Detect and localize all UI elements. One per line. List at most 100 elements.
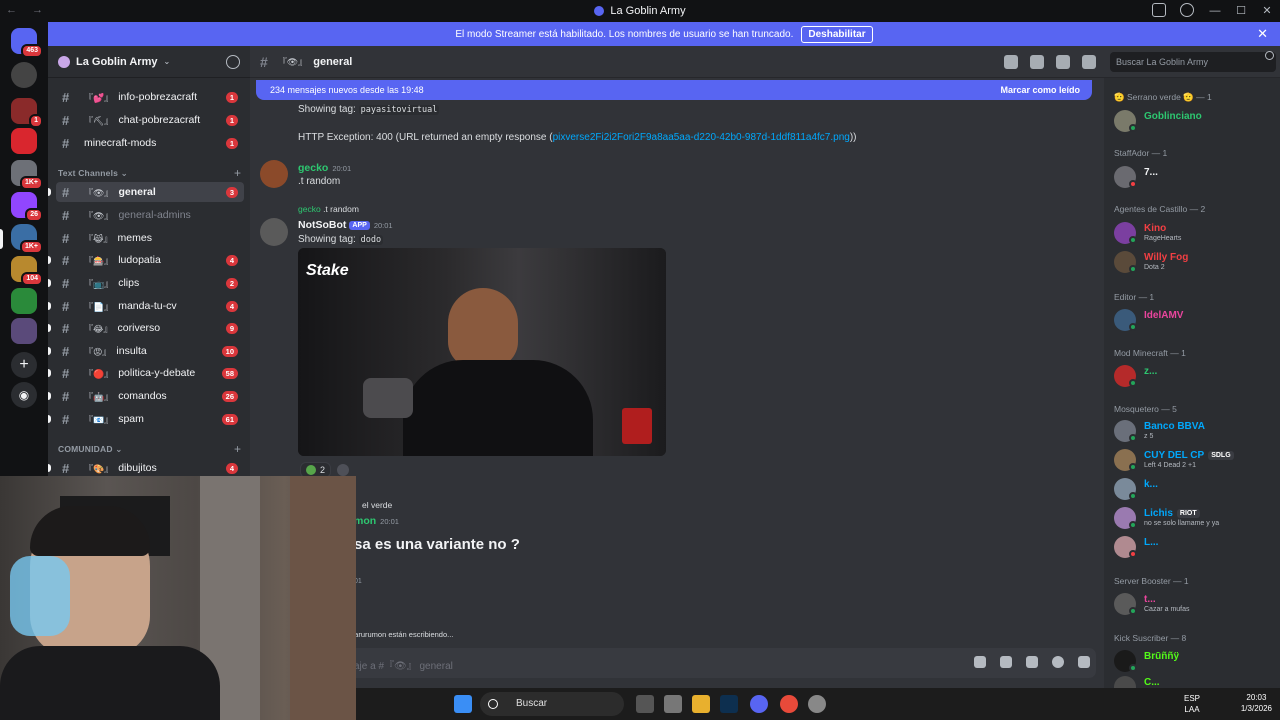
attachment-link[interactable]: pixverse2Fi2i2Fori2F9a8aa5aa-d220-42b0-9…: [553, 132, 850, 143]
taskbar-search[interactable]: Buscar: [480, 692, 624, 716]
gift-icon[interactable]: [974, 656, 986, 668]
add-reaction-icon[interactable]: [337, 464, 350, 476]
gif-icon[interactable]: [1000, 656, 1012, 668]
hash-icon: #: [62, 230, 70, 246]
member-item[interactable]: L...: [1114, 534, 1276, 560]
language-indicator[interactable]: ESP LAA: [1184, 693, 1200, 715]
category-text-channels[interactable]: Text Channels ⌄ +: [58, 166, 241, 180]
streamer-mode-banner: El modo Streamer está habilitado. Los no…: [48, 22, 1280, 46]
twitch-server-icon[interactable]: 26: [11, 192, 43, 222]
channel-manda-tu-cv[interactable]: # 『📄』 manda-tu-cv 4: [48, 296, 244, 316]
server-icon[interactable]: [11, 128, 37, 154]
typing-indicator: garurumon están escribiendo...: [350, 630, 454, 639]
task-view-icon[interactable]: [636, 695, 654, 713]
app-icon[interactable]: [808, 695, 826, 713]
discord-icon[interactable]: [750, 695, 768, 713]
server-icon: [58, 55, 70, 68]
channel-info-pobrezacraft[interactable]: # 『💕』 info-pobrezacraft 1: [56, 87, 244, 107]
channel-ludopatia[interactable]: # 『🎰』 ludopatia 4: [48, 250, 244, 270]
channel-memes[interactable]: # 『😹』 memes: [56, 228, 244, 248]
server-icon[interactable]: [11, 318, 37, 344]
start-icon[interactable]: [454, 695, 472, 713]
file-explorer-icon[interactable]: [692, 695, 710, 713]
discover-icon[interactable]: ◉: [11, 382, 37, 408]
reply-reference[interactable]: gecko .t random: [298, 204, 359, 214]
close-icon[interactable]: ✕: [1257, 26, 1268, 42]
member-item[interactable]: k...: [1114, 476, 1276, 502]
disable-streamer-button[interactable]: Deshabilitar: [801, 25, 873, 43]
sticker-icon[interactable]: [1026, 656, 1038, 668]
member-item[interactable]: Goblinciano: [1114, 108, 1276, 134]
maximize-button[interactable]: ☐: [1228, 0, 1254, 22]
pin-icon[interactable]: [1056, 55, 1070, 69]
channel-general-admins[interactable]: # 『👁』 general-admins: [56, 205, 244, 225]
chat-header: # 『👁』 general: [250, 46, 1104, 78]
channel-minecraft-mods[interactable]: # minecraft-mods 1: [56, 133, 244, 153]
hash-icon: #: [62, 298, 70, 314]
member-item[interactable]: Kino RageHearts: [1114, 220, 1276, 246]
server-icon[interactable]: 1K+: [11, 160, 43, 190]
stake-logo: Stake: [306, 262, 349, 279]
member-list: 🫡 Serrano verde 🫡 — 1 Goblinciano StaffA…: [1104, 78, 1280, 688]
video-embed[interactable]: Stake: [298, 248, 666, 456]
emoji-icon[interactable]: [1052, 656, 1064, 668]
server-icon[interactable]: 1: [11, 98, 43, 128]
channel-clips[interactable]: # 『📺』 clips 2: [48, 273, 244, 293]
channel-spam[interactable]: # 『📧』 spam 61: [48, 409, 244, 429]
photoshop-icon[interactable]: [720, 695, 738, 713]
server-icon-la-goblin-army[interactable]: 1K+: [11, 224, 43, 254]
message-header: mon 20:01: [354, 515, 399, 527]
member-item[interactable]: Banco BBVA z 5: [1114, 418, 1276, 444]
category-comunidad[interactable]: COMUNIDAD ⌄ +: [58, 442, 241, 456]
member-item[interactable]: CUY DEL CP SDLG Left 4 Dead 2 +1: [1114, 447, 1276, 473]
add-server-icon[interactable]: +: [11, 352, 37, 378]
mute-icon[interactable]: [1030, 55, 1044, 69]
channel-title: general: [313, 55, 353, 68]
channel-insulta[interactable]: # 『😡』 insulta 10: [48, 341, 244, 361]
channel-coriverso[interactable]: # 『😂』 coriverso 9: [48, 318, 244, 338]
direct-messages-icon[interactable]: 463: [11, 28, 43, 58]
avatar[interactable]: [260, 218, 288, 246]
channel-general[interactable]: # 『👁』 general 3: [48, 182, 244, 202]
channel-dibujitos[interactable]: # 『🎨』 dibujitos 4: [48, 458, 244, 476]
mark-read-button[interactable]: Marcar como leído: [1000, 85, 1080, 95]
inbox-icon[interactable]: [1152, 3, 1166, 17]
channel-comandos[interactable]: # 『🤖』 comandos 26: [48, 386, 244, 406]
server-icon[interactable]: [11, 288, 37, 314]
chrome-icon[interactable]: [780, 695, 798, 713]
new-messages-bar[interactable]: 234 mensajes nuevos desde las 19:48 Marc…: [256, 80, 1092, 100]
channel-chat-pobrezacraft[interactable]: # 『⛏』 chat-pobrezacraft 1: [56, 110, 244, 130]
server-header[interactable]: La Goblin Army ⌄: [48, 46, 250, 78]
search-area: Buscar La Goblin Army: [1104, 46, 1280, 78]
help-icon[interactable]: [1180, 3, 1194, 17]
member-list-icon[interactable]: [1082, 55, 1096, 69]
hash-icon: #: [62, 343, 70, 359]
minimize-button[interactable]: —: [1202, 0, 1228, 22]
apps-icon[interactable]: [1078, 656, 1090, 668]
member-item[interactable]: IdelAMV: [1114, 307, 1276, 333]
member-item[interactable]: 7...: [1114, 164, 1276, 190]
nav-arrows-icon[interactable]: ← →: [6, 4, 49, 16]
close-window-button[interactable]: ✕: [1254, 0, 1280, 22]
member-item[interactable]: Lichis RIOT no se solo llamame y ya: [1114, 505, 1276, 531]
member-item[interactable]: z...: [1114, 363, 1276, 389]
avatar[interactable]: [260, 160, 288, 188]
server-icon[interactable]: 104: [11, 256, 43, 286]
hash-icon: #: [62, 460, 70, 476]
add-channel-icon: +: [234, 166, 242, 180]
member-item[interactable]: Brūññÿ: [1114, 648, 1276, 674]
member-item[interactable]: C...: [1114, 674, 1276, 688]
threads-icon[interactable]: [1004, 55, 1018, 69]
clock[interactable]: 20:03 1/3/2026: [1241, 692, 1272, 714]
chevron-down-icon: ⌄: [163, 57, 171, 66]
hash-icon: #: [62, 184, 70, 200]
server-icon[interactable]: [11, 62, 37, 88]
search-input[interactable]: Buscar La Goblin Army: [1110, 52, 1276, 72]
channel-politica-y-debate[interactable]: # 『🔴』 politica-y-debate 58: [48, 363, 244, 383]
app-icon[interactable]: [664, 695, 682, 713]
channel-sidebar: La Goblin Army ⌄ # 『💕』 info-pobrezacraft 1 …: [48, 46, 250, 476]
reply-reference[interactable]: el verde: [362, 500, 392, 510]
member-item[interactable]: t... Cazar a mufas: [1114, 591, 1276, 617]
invite-icon[interactable]: [226, 55, 240, 69]
member-item[interactable]: Willy Fog Dota 2: [1114, 249, 1276, 275]
